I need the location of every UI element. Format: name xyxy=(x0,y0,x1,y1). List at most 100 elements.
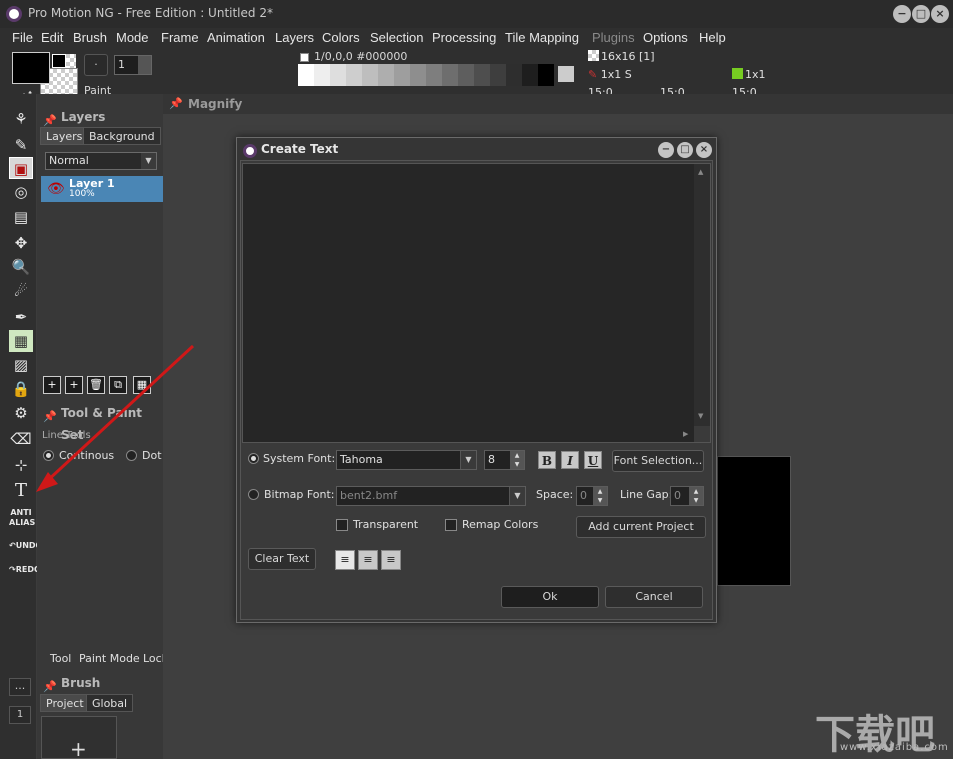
space-spinner[interactable]: ▲ ▼ xyxy=(593,487,607,505)
palette-swatch[interactable] xyxy=(490,64,506,86)
mini-foreground-swatch[interactable] xyxy=(52,54,66,68)
continuous-radio[interactable] xyxy=(43,450,54,461)
rectangle-tool-icon[interactable]: ▣ xyxy=(9,157,33,179)
menu-layers[interactable]: Layers xyxy=(275,30,314,45)
system-font-radio[interactable] xyxy=(248,453,259,464)
menu-processing[interactable]: Processing xyxy=(432,30,496,45)
underline-button[interactable]: U xyxy=(584,451,602,469)
dialog-minimize-button[interactable]: − xyxy=(658,142,674,158)
system-font-select[interactable]: Tahoma xyxy=(336,450,477,470)
palette-swatch[interactable] xyxy=(458,64,474,86)
anti-alias-button[interactable]: ANTI ALIAS xyxy=(9,508,35,530)
transparent-checkbox[interactable] xyxy=(336,519,348,531)
more-tools-button[interactable]: ... xyxy=(9,678,31,696)
reference-tool-icon[interactable]: ▨ xyxy=(9,354,33,376)
eraser-tool-icon[interactable]: ⌫ xyxy=(9,428,33,450)
remap-colors-checkbox[interactable] xyxy=(445,519,457,531)
chevron-down-icon[interactable]: ▼ xyxy=(141,153,156,169)
menu-selection[interactable]: Selection xyxy=(370,30,423,45)
tab-background[interactable]: Background xyxy=(83,127,161,145)
palette-swatch[interactable] xyxy=(330,64,346,86)
smudge-tool-icon[interactable]: ☄ xyxy=(9,280,33,302)
tab-tool[interactable]: Tool xyxy=(50,652,71,665)
grid-size-readout[interactable]: 16x16 [1] xyxy=(588,50,655,63)
palette-menu-button[interactable] xyxy=(558,66,574,82)
tool-page-number[interactable]: 1 xyxy=(9,706,31,724)
chevron-down-icon[interactable]: ▼ xyxy=(460,451,476,469)
undo-button[interactable]: ↶UNDO xyxy=(9,534,42,556)
bitmap-font-radio[interactable] xyxy=(248,489,259,500)
close-button[interactable]: × xyxy=(931,5,949,23)
eye-icon[interactable]: 👁 xyxy=(47,181,65,197)
palette-strip[interactable] xyxy=(298,64,554,86)
cancel-button[interactable]: Cancel xyxy=(605,586,703,608)
image-canvas[interactable] xyxy=(717,456,791,586)
ellipse-tool-icon[interactable]: ◎ xyxy=(9,181,33,203)
font-selection-button[interactable]: Font Selection... xyxy=(612,450,704,472)
align-right-icon[interactable]: ≡ xyxy=(381,550,401,570)
brush-1x1s-readout[interactable]: ✎ 1x1 S xyxy=(588,68,632,81)
menu-file[interactable]: File xyxy=(12,30,33,45)
menu-tile-mapping[interactable]: Tile Mapping xyxy=(505,30,579,45)
transform-tool-icon[interactable]: ⊹ xyxy=(9,454,33,476)
menu-mode[interactable]: Mode xyxy=(116,30,149,45)
redo-button[interactable]: ↷REDO xyxy=(9,558,41,580)
font-size-spinner[interactable]: ▲ ▼ xyxy=(510,451,524,469)
palette-swatch[interactable] xyxy=(378,64,394,86)
chevron-down-icon[interactable]: ▼ xyxy=(509,487,525,505)
menu-edit[interactable]: Edit xyxy=(41,30,63,45)
delete-layer-button[interactable]: 🗑 xyxy=(87,376,105,394)
ok-button[interactable]: Ok xyxy=(501,586,599,608)
tab-global[interactable]: Global xyxy=(86,694,134,712)
palette-swatch[interactable] xyxy=(426,64,442,86)
text-input-area[interactable]: ▲ ▼ ▶ xyxy=(242,163,711,443)
bold-button[interactable]: B xyxy=(538,451,556,469)
brush-1x1-readout[interactable]: 1x1 xyxy=(732,68,766,81)
menu-brush[interactable]: Brush xyxy=(73,30,107,45)
brush-pick-tool-icon[interactable]: ⚘ xyxy=(9,108,33,130)
new-layer-button[interactable]: + xyxy=(43,376,61,394)
zoom-tool-icon[interactable]: 🔍 xyxy=(9,256,33,278)
minimize-button[interactable]: − xyxy=(893,5,911,23)
layer-row[interactable]: 👁 Layer 1 100% xyxy=(41,176,163,202)
text-box-tool-icon[interactable]: ▤ xyxy=(9,206,33,228)
grid-tool-icon[interactable]: ▦ xyxy=(9,330,33,352)
palette-swatch[interactable] xyxy=(410,64,426,86)
vertical-scrollbar[interactable]: ▲ ▼ xyxy=(694,164,710,426)
menu-animation[interactable]: Animation xyxy=(207,30,265,45)
clear-text-button[interactable]: Clear Text xyxy=(248,548,316,570)
lock-tool-icon[interactable]: 🔒 xyxy=(9,378,33,400)
bitmap-font-select[interactable]: bent2.bmf xyxy=(336,486,526,506)
palette-swatch[interactable] xyxy=(474,64,490,86)
line-gap-spinner[interactable]: ▲ ▼ xyxy=(689,487,703,505)
menu-options[interactable]: Options xyxy=(643,30,688,45)
palette-swatch[interactable] xyxy=(298,64,314,86)
scroll-right-icon[interactable]: ▶ xyxy=(683,430,688,438)
merge-layer-button[interactable]: ⧉ xyxy=(109,376,127,394)
tab-project[interactable]: Project xyxy=(40,694,90,712)
text-tool-icon[interactable]: T xyxy=(9,480,33,502)
duplicate-layer-button[interactable]: + xyxy=(65,376,83,394)
palette-swatch[interactable] xyxy=(346,64,362,86)
dialog-close-button[interactable]: × xyxy=(696,142,712,158)
palette-swatch[interactable] xyxy=(506,64,522,86)
scroll-down-icon[interactable]: ▼ xyxy=(698,412,703,420)
scroll-up-icon[interactable]: ▲ xyxy=(698,168,703,176)
add-brush-icon[interactable]: + xyxy=(70,737,87,759)
foreground-color-swatch[interactable] xyxy=(12,52,50,84)
palette-swatch[interactable] xyxy=(538,64,554,86)
dot-radio[interactable] xyxy=(126,450,137,461)
maximize-button[interactable]: □ xyxy=(912,5,930,23)
brush-shape-button[interactable]: · xyxy=(84,54,108,76)
fill-tool-icon[interactable]: ✥ xyxy=(9,232,33,254)
tab-layers[interactable]: Layers xyxy=(40,127,89,145)
palette-swatch[interactable] xyxy=(362,64,378,86)
align-left-icon[interactable]: ≡ xyxy=(335,550,355,570)
menu-colors[interactable]: Colors xyxy=(322,30,360,45)
palette-swatch[interactable] xyxy=(522,64,538,86)
menu-help[interactable]: Help xyxy=(699,30,726,45)
layer-settings-button[interactable]: ▦ xyxy=(133,376,151,394)
color-picker-icon[interactable]: ✒ xyxy=(9,306,33,328)
gear-icon[interactable]: ⚙ xyxy=(9,402,33,424)
tab-paint-mode[interactable]: Paint Mode xyxy=(79,652,140,665)
